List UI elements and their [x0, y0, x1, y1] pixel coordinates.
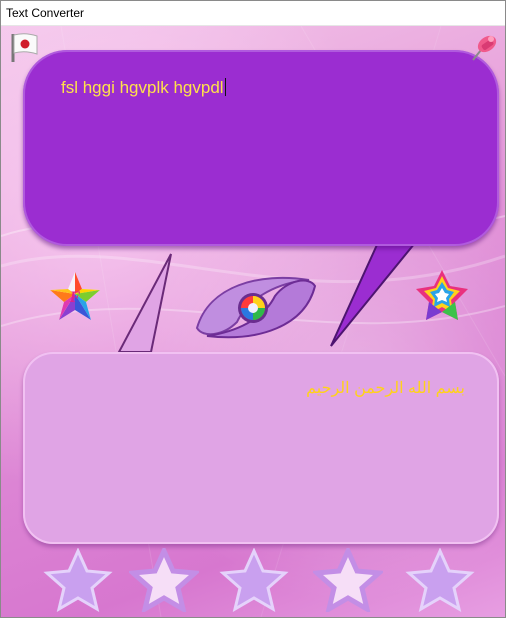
app-window: Text Converter fsl hggi hgvplk hgvpdl بس… — [0, 0, 506, 618]
star-2-icon[interactable] — [126, 544, 202, 617]
star-row — [1, 544, 505, 617]
title-bar: Text Converter — [1, 1, 505, 26]
japan-flag-icon[interactable] — [7, 30, 41, 69]
star-3-icon[interactable] — [219, 547, 289, 617]
window-title: Text Converter — [6, 6, 85, 20]
star-1-icon[interactable] — [43, 547, 113, 617]
convert-eye-icon[interactable] — [189, 266, 323, 351]
client-area: fsl hggi hgvplk hgvpdl بسم الله الرحمن ا… — [1, 26, 505, 617]
output-text[interactable]: بسم الله الرحمن الرحيم — [306, 378, 465, 398]
star-4-icon[interactable] — [310, 544, 386, 617]
star-5-icon[interactable] — [405, 547, 475, 617]
input-text-area[interactable]: fsl hggi hgvplk hgvpdl — [61, 78, 226, 98]
svg-text:F: F — [69, 289, 81, 306]
font-star-icon[interactable]: F — [47, 270, 103, 329]
text-caret — [224, 78, 226, 96]
input-text: fsl hggi hgvplk hgvpdl — [61, 78, 224, 97]
pushpin-icon[interactable] — [465, 30, 501, 71]
color-star-icon[interactable] — [413, 268, 471, 329]
